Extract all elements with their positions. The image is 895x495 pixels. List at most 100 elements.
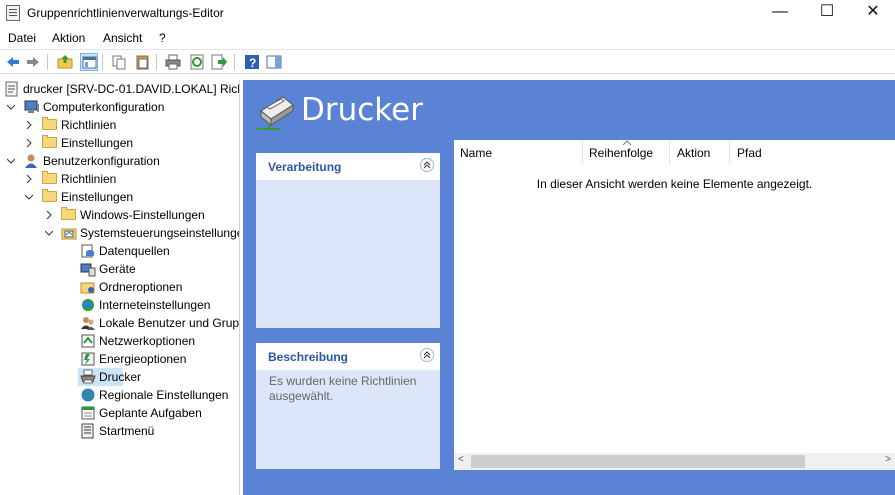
folder-icon (61, 207, 76, 220)
chevron-down-icon[interactable] (45, 229, 53, 237)
refresh-icon[interactable] (188, 53, 206, 71)
menu-ansicht[interactable]: Ansicht (103, 31, 142, 45)
tree-label: Benutzerkonfiguration (43, 154, 160, 168)
description-text: Es wurden keine Richtlinien ausgewählt. (269, 374, 417, 403)
tree-label: Drucker (99, 370, 142, 384)
tree-label: Netzwerkoptionen (99, 334, 196, 348)
tree-label: Geräte (99, 262, 136, 276)
svg-text:?: ? (249, 56, 256, 70)
internet-settings-icon (80, 297, 96, 313)
user-icon (24, 153, 40, 169)
processing-panel: Verarbeitung (256, 153, 440, 328)
help-icon[interactable]: ? (243, 53, 261, 71)
menu-help[interactable]: ? (159, 31, 166, 45)
power-options-icon (80, 351, 96, 367)
policy-document-icon (4, 81, 20, 97)
tree-label: Energieoptionen (99, 352, 187, 366)
minimize-button[interactable]: — (757, 0, 803, 26)
content-pane: Drucker Verarbeitung Beschreibung Es wur… (243, 80, 895, 495)
chevron-right-icon[interactable] (25, 121, 33, 129)
local-users-icon (80, 315, 96, 331)
maximize-button[interactable]: ☐ (804, 0, 850, 26)
tree-label: Lokale Benutzer und Gruppen (99, 316, 239, 330)
menu-bar: Datei Aktion Ansicht ? (0, 27, 895, 49)
description-panel-title: Beschreibung (268, 350, 349, 364)
column-divider[interactable] (729, 141, 730, 165)
folder-icon (42, 189, 57, 202)
tree-label: Interneteinstellungen (99, 298, 211, 312)
toolbar-separator (234, 54, 235, 70)
scroll-right-arrow-icon[interactable]: > (885, 454, 891, 465)
close-button[interactable]: ✕ (850, 0, 895, 26)
scrollbar-thumb[interactable] (471, 455, 805, 468)
tree-label: Regionale Einstellungen (99, 388, 229, 402)
tree-label: Startmenü (99, 424, 155, 438)
column-header-pfad[interactable]: Pfad (737, 146, 762, 160)
processing-panel-header: Verarbeitung (256, 153, 440, 180)
tree-label: Systemsteuerungseinstellungen (80, 226, 239, 240)
tree-item-drucker[interactable]: Drucker (78, 368, 141, 386)
policy-editor-app-icon (6, 5, 20, 21)
tree-label: Richtlinien (61, 118, 117, 132)
forward-arrow-icon[interactable] (24, 53, 42, 71)
chevron-right-icon[interactable] (45, 211, 53, 219)
control-panel-folder-icon (61, 225, 77, 241)
data-sources-icon (80, 243, 96, 259)
description-panel: Beschreibung Es wurden keine Richtlinien… (256, 343, 440, 469)
tree-label: Ordneroptionen (99, 280, 183, 294)
copy-icon[interactable] (110, 53, 128, 71)
folder-icon (42, 171, 57, 184)
show-hide-tree-icon[interactable] (80, 53, 98, 71)
tree-label: Richtlinien (61, 172, 117, 186)
chevron-right-icon[interactable] (25, 139, 33, 147)
horizontal-scrollbar[interactable]: < > (454, 453, 895, 470)
paste-icon[interactable] (134, 53, 152, 71)
tree-item-systemsteuerungseinstellungen[interactable]: Systemsteuerungseinstellungen (45, 224, 239, 242)
empty-list-message: In dieser Ansicht werden keine Elemente … (536, 177, 813, 191)
tree-label: Windows-Einstellungen (80, 208, 205, 222)
column-divider[interactable] (669, 141, 670, 165)
scroll-left-arrow-icon[interactable]: < (458, 454, 464, 465)
menu-datei[interactable]: Datei (8, 31, 36, 45)
toolbar: ? (0, 49, 895, 74)
back-arrow-icon[interactable] (4, 53, 22, 71)
title-bar: Gruppenrichtlinienverwaltungs-Editor — ☐… (0, 0, 895, 26)
items-list: Name Reihenfolge Aktion Pfad In dieser A… (454, 140, 895, 470)
collapse-icon[interactable] (420, 158, 434, 172)
scheduled-tasks-icon (80, 405, 96, 421)
printer-header-icon (257, 96, 294, 130)
tree-label: Computerkonfiguration (43, 100, 165, 114)
folder-options-icon (80, 279, 96, 295)
page-title: Drucker (301, 92, 423, 128)
start-menu-icon (80, 423, 96, 439)
chevron-down-icon[interactable] (25, 193, 33, 201)
column-divider[interactable] (582, 141, 583, 165)
tree-label: Geplante Aufgaben (99, 406, 202, 420)
column-header-aktion[interactable]: Aktion (677, 146, 710, 160)
navigation-tree: drucker [SRV-DC-01.DAVID.LOKAL] Richtlin… (0, 80, 239, 495)
menu-aktion[interactable]: Aktion (52, 31, 85, 45)
collapse-icon[interactable] (420, 348, 434, 362)
window-title: Gruppenrichtlinienverwaltungs-Editor (27, 6, 224, 20)
tree-label: Datenquellen (99, 244, 170, 258)
chevron-down-icon[interactable] (7, 157, 15, 165)
tree-root-label: drucker [SRV-DC-01.DAVID.LOKAL] Richtlin… (23, 82, 239, 96)
folder-icon (42, 135, 57, 148)
printer-icon (80, 369, 96, 385)
description-panel-header: Beschreibung (256, 343, 440, 370)
toolbar-separator (47, 54, 48, 70)
column-header-reihenfolge[interactable]: Reihenfolge (589, 146, 653, 160)
folder-icon (42, 117, 57, 130)
processing-panel-title: Verarbeitung (268, 160, 342, 174)
tree-root[interactable]: drucker [SRV-DC-01.DAVID.LOKAL] Richtlin… (4, 80, 239, 98)
up-folder-icon[interactable] (56, 53, 74, 71)
show-action-pane-icon[interactable] (265, 53, 283, 71)
devices-icon (80, 261, 96, 277)
export-list-icon[interactable] (210, 53, 228, 71)
chevron-right-icon[interactable] (25, 175, 33, 183)
tree-label: Einstellungen (61, 190, 134, 204)
chevron-down-icon[interactable] (7, 103, 15, 111)
column-header-name[interactable]: Name (460, 146, 492, 160)
globe-icon (80, 387, 96, 403)
print-icon[interactable] (164, 53, 182, 71)
